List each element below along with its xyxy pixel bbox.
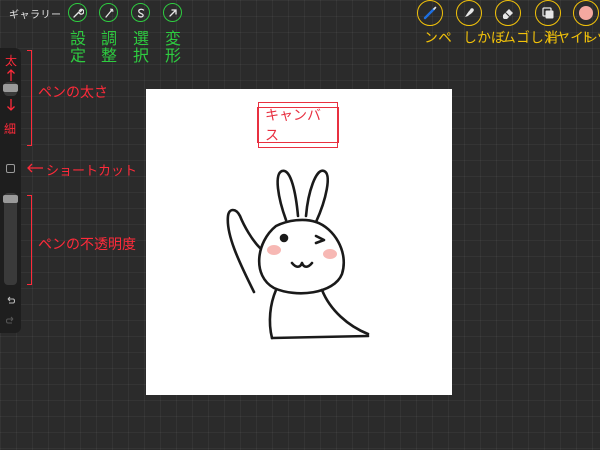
- wrench-icon: [72, 8, 84, 18]
- eraser-button[interactable]: [495, 0, 521, 26]
- opacity-note: ペンの不透明度: [38, 237, 136, 253]
- opacity-slider[interactable]: [3, 193, 18, 285]
- top-toolbar: ギャラリー 設定 調整 選択 変形 ペン ぼかし 消しゴム レイヤー ット: [0, 0, 600, 64]
- brush-icon: [423, 6, 437, 20]
- arrow-left-icon: [27, 163, 43, 173]
- smudge-icon: [465, 8, 474, 17]
- transform-note: 変形: [164, 29, 181, 65]
- brush-size-note: ペンの太さ: [38, 85, 108, 101]
- gallery-button[interactable]: ギャラリー: [9, 6, 62, 21]
- smudge-note: ぼかし: [461, 30, 505, 45]
- selection-button[interactable]: [131, 3, 150, 22]
- arrow-down-icon: [7, 99, 15, 111]
- redo-icon[interactable]: [5, 316, 16, 326]
- shortcut-note: ショートカット: [46, 164, 138, 179]
- opacity-bracket: [27, 195, 32, 285]
- size-max-label: 太: [5, 54, 18, 68]
- transform-button[interactable]: [163, 3, 182, 22]
- left-sidebar: 太 細: [0, 48, 21, 333]
- brush-note: ペン: [422, 30, 452, 45]
- wand-icon: [104, 7, 114, 18]
- actions-note: 設定: [69, 29, 86, 65]
- brush-size-thumb[interactable]: [3, 83, 18, 92]
- adjustments-note: 調整: [100, 29, 117, 65]
- selection-note: 選択: [132, 29, 149, 65]
- opacity-thumb[interactable]: [3, 194, 18, 203]
- layers-button[interactable]: [535, 0, 561, 26]
- layers-icon: [542, 7, 554, 19]
- brush-size-slider[interactable]: [3, 82, 18, 96]
- smudge-button[interactable]: [456, 0, 482, 26]
- color-note: カラーパレット: [578, 30, 600, 45]
- color-swatch-icon: [579, 6, 593, 20]
- cursor-arrow-icon: [168, 8, 177, 17]
- color-button[interactable]: [573, 0, 599, 26]
- drawing-canvas[interactable]: キャンバス: [146, 89, 452, 395]
- selection-icon: [137, 8, 144, 18]
- canvas-label: キャンバス: [258, 102, 338, 148]
- adjustments-button[interactable]: [99, 3, 118, 22]
- shortcut-button[interactable]: [6, 164, 15, 173]
- canvas-label-box: キャンバス: [257, 102, 339, 148]
- actions-button[interactable]: [68, 3, 87, 22]
- undo-icon[interactable]: [5, 296, 16, 306]
- size-min-label: 細: [4, 122, 17, 136]
- eraser-icon: [503, 9, 513, 19]
- arrow-up-icon: [7, 69, 15, 81]
- brush-button[interactable]: [417, 0, 443, 26]
- size-bracket: [27, 50, 32, 146]
- rabbit-drawing: [226, 169, 370, 340]
